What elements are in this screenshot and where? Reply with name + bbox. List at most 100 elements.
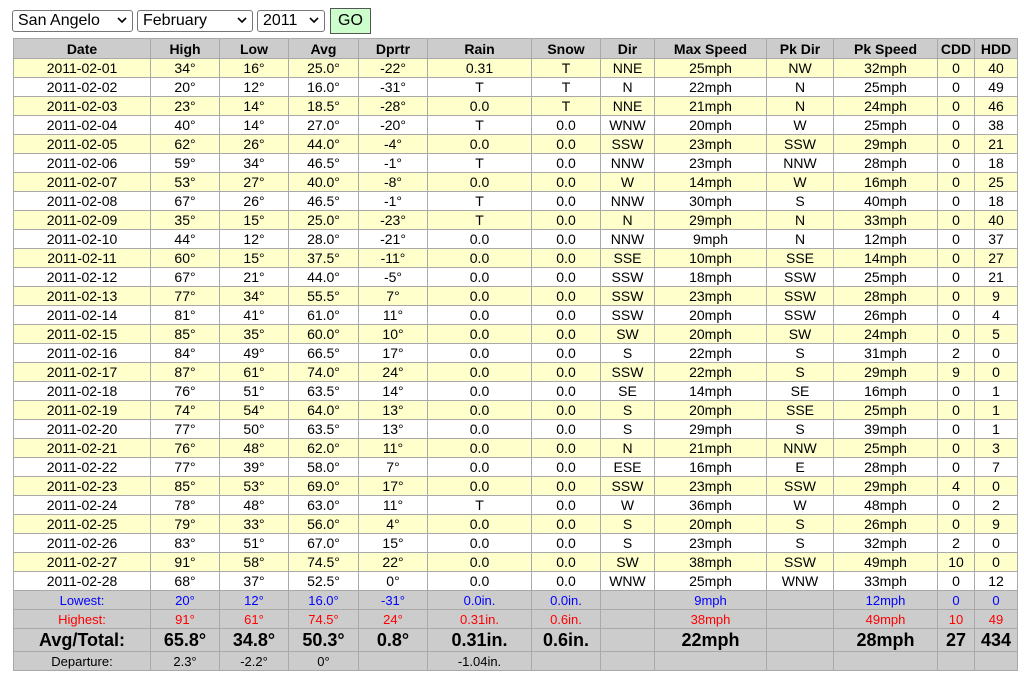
cell-pk-dir: NW (766, 58, 834, 78)
table-row: 2011-02-20 77° 50° 63.5° 13° 0.0 0.0 S 29mph S 39m… (13, 419, 1018, 439)
highest-hdd: 49 (974, 609, 1018, 629)
cell-rain: 0.0 (427, 514, 532, 534)
cell-dir: N (600, 438, 655, 458)
year-select[interactable]: 2011 (257, 10, 325, 32)
cell-avg: 74.0° (288, 362, 359, 382)
cell-hdd: 0 (974, 343, 1018, 363)
city-select[interactable]: San Angelo (12, 10, 133, 32)
lowest-dprtr: -31° (358, 590, 428, 610)
cell-max-speed: 25mph (654, 571, 767, 591)
cell-high: 59° (150, 153, 220, 173)
cell-low: 51° (219, 533, 289, 553)
cell-dprtr: -31° (358, 77, 428, 97)
table-row: 2011-02-22 77° 39° 58.0° 7° 0.0 0.0 ESE 16mph E 28… (13, 457, 1018, 477)
cell-max-speed: 21mph (654, 438, 767, 458)
cell-dprtr: 7° (358, 457, 428, 477)
chevron-down-icon (309, 17, 319, 24)
cell-snow: 0.0 (531, 191, 601, 211)
avg-total-date: Avg/Total: (13, 628, 151, 652)
avg-total-high: 65.8° (150, 628, 220, 652)
cell-hdd: 27 (974, 248, 1018, 268)
cell-dprtr: 10° (358, 324, 428, 344)
lowest-rain: 0.0in. (427, 590, 532, 610)
cell-low: 48° (219, 495, 289, 515)
cell-cdd: 10 (937, 552, 975, 572)
cell-snow: 0.0 (531, 495, 601, 515)
table-body: 2011-02-01 34° 16° 25.0° -22° 0.31 T NNE 25mph NW… (13, 58, 1018, 591)
cell-avg: 58.0° (288, 457, 359, 477)
cell-pk-speed: 14mph (833, 248, 938, 268)
cell-pk-speed: 24mph (833, 96, 938, 116)
avg-total-rain: 0.31in. (427, 628, 532, 652)
cell-snow: 0.0 (531, 419, 601, 439)
cell-max-speed: 18mph (654, 267, 767, 287)
cell-dprtr: 22° (358, 552, 428, 572)
cell-rain: 0.0 (427, 324, 532, 344)
cell-snow: 0.0 (531, 438, 601, 458)
cell-rain: T (427, 495, 532, 515)
cell-pk-dir: SE (766, 381, 834, 401)
cell-low: 34° (219, 286, 289, 306)
cell-rain: 0.0 (427, 400, 532, 420)
cell-low: 53° (219, 476, 289, 496)
cell-snow: 0.0 (531, 153, 601, 173)
cell-pk-speed: 29mph (833, 134, 938, 154)
cell-avg: 25.0° (288, 210, 359, 230)
cell-high: 76° (150, 381, 220, 401)
cell-rain: 0.0 (427, 305, 532, 325)
cell-dir: SSW (600, 305, 655, 325)
cell-pk-dir: WNW (766, 571, 834, 591)
cell-high: 78° (150, 495, 220, 515)
cell-cdd: 0 (937, 229, 975, 249)
month-select[interactable]: February (137, 10, 253, 32)
cell-max-speed: 29mph (654, 419, 767, 439)
cell-snow: 0.0 (531, 343, 601, 363)
cell-dir: S (600, 400, 655, 420)
cell-pk-speed: 25mph (833, 438, 938, 458)
cell-high: 81° (150, 305, 220, 325)
cell-pk-dir: N (766, 77, 834, 97)
table-row: 2011-02-26 83° 51° 67.0° 15° 0.0 0.0 S 23mph S 32m… (13, 533, 1018, 553)
cell-high: 74° (150, 400, 220, 420)
cell-max-speed: 14mph (654, 381, 767, 401)
cell-pk-speed: 39mph (833, 419, 938, 439)
cell-cdd: 0 (937, 210, 975, 230)
table-row: 2011-02-17 87° 61° 74.0° 24° 0.0 0.0 SSW 22mph S 2… (13, 362, 1018, 382)
chevron-down-icon (237, 17, 247, 24)
cell-date: 2011-02-03 (13, 96, 151, 116)
cell-cdd: 0 (937, 191, 975, 211)
cell-pk-speed: 26mph (833, 514, 938, 534)
cell-pk-speed: 29mph (833, 476, 938, 496)
cell-dprtr: 24° (358, 362, 428, 382)
cell-high: 84° (150, 343, 220, 363)
cell-hdd: 18 (974, 153, 1018, 173)
cell-date: 2011-02-14 (13, 305, 151, 325)
cell-avg: 74.5° (288, 552, 359, 572)
cell-rain: T (427, 191, 532, 211)
cell-pk-dir: S (766, 191, 834, 211)
departure-dprtr (358, 651, 428, 671)
cell-max-speed: 23mph (654, 533, 767, 553)
cell-date: 2011-02-12 (13, 267, 151, 287)
cell-cdd: 0 (937, 495, 975, 515)
cell-dir: ESE (600, 457, 655, 477)
cell-cdd: 0 (937, 58, 975, 78)
cell-date: 2011-02-15 (13, 324, 151, 344)
cell-hdd: 40 (974, 58, 1018, 78)
cell-pk-dir: SSW (766, 134, 834, 154)
lowest-snow: 0.0in. (531, 590, 601, 610)
cell-dprtr: 7° (358, 286, 428, 306)
cell-dir: NNE (600, 58, 655, 78)
column-header-dir: Dir (600, 38, 655, 59)
departure-dir (600, 651, 655, 671)
cell-low: 35° (219, 324, 289, 344)
go-button[interactable]: GO (330, 8, 371, 34)
cell-rain: 0.0 (427, 267, 532, 287)
column-header-snow: Snow (531, 38, 601, 59)
cell-snow: 0.0 (531, 305, 601, 325)
cell-rain: 0.0 (427, 419, 532, 439)
cell-pk-dir: W (766, 115, 834, 135)
cell-max-speed: 22mph (654, 343, 767, 363)
cell-low: 49° (219, 343, 289, 363)
cell-high: 53° (150, 172, 220, 192)
